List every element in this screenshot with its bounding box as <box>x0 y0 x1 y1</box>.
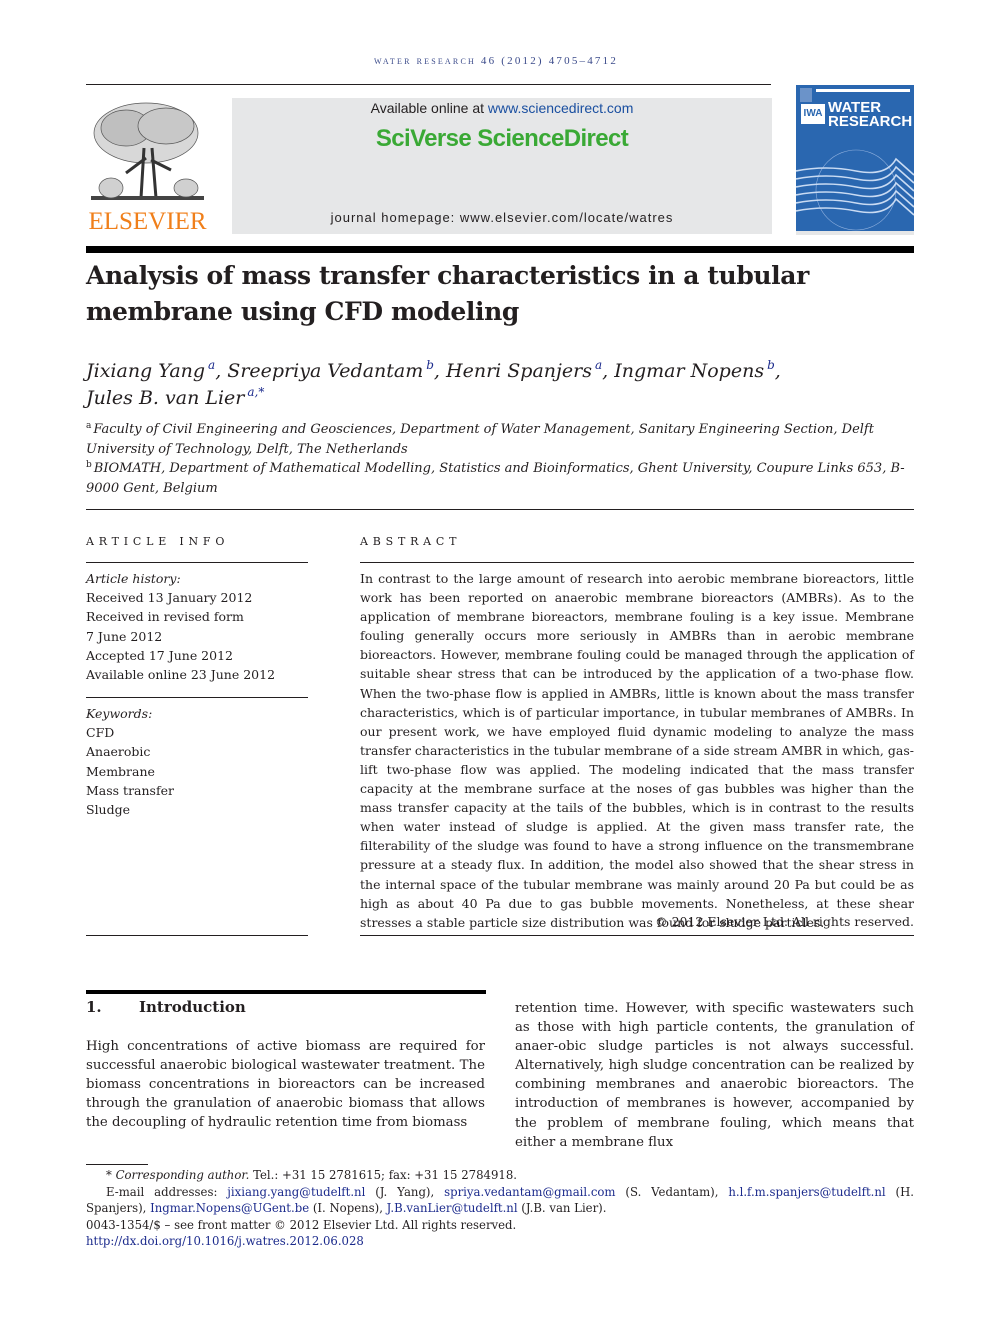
sciverse-brand[interactable]: SciVerse ScienceDirect <box>232 125 772 153</box>
keywords-rule <box>86 697 308 698</box>
author-separator: , <box>602 360 615 382</box>
running-head: WATER RESEARCH 46 (2012) 4705–4712 <box>373 55 619 67</box>
article-history: Article history: Received 13 January 201… <box>86 569 308 684</box>
author[interactable]: Ingmar Nopens b <box>614 358 775 382</box>
author[interactable]: Sreepriya Vedantam b <box>227 358 434 382</box>
keyword: Mass transfer <box>86 782 174 798</box>
header-rule <box>86 84 771 85</box>
affiliations-rule <box>86 509 914 510</box>
author-name: Jixiang Yang <box>86 360 206 382</box>
affiliation: b BIOMATH, Department of Mathematical Mod… <box>86 459 916 498</box>
email-link[interactable]: J.B.vanLier@tudelft.nl <box>387 1201 518 1215</box>
section-title: Introduction <box>139 998 246 1016</box>
history-item: Received 13 January 2012 <box>86 590 253 606</box>
history-item: Received in revised form <box>86 609 244 625</box>
keyword: Membrane <box>86 763 155 779</box>
abstract-label: ABSTRACT <box>360 535 462 548</box>
author-separator: , <box>774 360 781 382</box>
email-owner: (J. Yang), <box>365 1184 445 1199</box>
article-info-rule <box>86 562 308 563</box>
email-owner: (J.B. van Lier). <box>517 1201 607 1215</box>
title-rule <box>86 246 914 253</box>
email-owner: (I. Nopens), <box>309 1201 387 1215</box>
history-item: Accepted 17 June 2012 <box>86 647 233 663</box>
author-separator: , <box>215 360 228 382</box>
author-name: Ingmar Nopens <box>614 360 765 382</box>
cover-title-line2: RESEARCH <box>828 113 913 130</box>
keyword: Anaerobic <box>86 744 151 760</box>
keyword: CFD <box>86 725 115 741</box>
email-link[interactable]: h.l.f.m.spanjers@tudelft.nl <box>728 1185 885 1199</box>
email-addresses: E-mail addresses: jixiang.yang@tudelft.n… <box>86 1184 914 1217</box>
footnote-rule <box>86 1164 148 1165</box>
keywords-label: Keywords: <box>86 706 153 721</box>
iwa-badge: IWA <box>801 104 825 124</box>
elsevier-wordmark: ELSEVIER <box>88 208 207 235</box>
email-link[interactable]: Ingmar.Nopens@UGent.be <box>150 1201 309 1215</box>
doi-link[interactable]: http://dx.doi.org/10.1016/j.watres.2012.… <box>86 1234 364 1248</box>
sciencedirect-banner: Available online at www.sciencedirect.co… <box>232 98 772 234</box>
author-affiliation-mark[interactable]: a,* <box>247 385 264 399</box>
journal-cover[interactable]: IWA WATER RESEARCH <box>796 85 914 235</box>
article-info-label: ARTICLE INFO <box>86 535 230 548</box>
abstract-copyright: © 2012 Elsevier Ltd. All rights reserved… <box>655 914 914 929</box>
email-link[interactable]: spriya.vedantam@gmail.com <box>444 1185 615 1199</box>
introduction-right-column: retention time. However, with specific w… <box>515 1001 914 1150</box>
author[interactable]: Henri Spanjers a <box>446 359 602 382</box>
author[interactable]: Jules B. van Lier a,* <box>86 385 264 409</box>
history-item: Available online 23 June 2012 <box>86 667 276 683</box>
issn-line: 0043-1354/$ – see front matter © 2012 El… <box>86 1217 517 1232</box>
email-label: E-mail addresses: <box>106 1184 228 1199</box>
author-affiliation-mark[interactable]: b <box>426 358 434 372</box>
cover-title: WATER RESEARCH <box>828 100 913 130</box>
author-name: Henri Spanjers <box>446 360 592 382</box>
keyword: Sludge <box>86 802 131 818</box>
author[interactable]: Jixiang Yang a <box>86 359 215 382</box>
abstract-end-rule <box>360 935 914 936</box>
sciencedirect-link[interactable]: www.sciencedirect.com <box>488 100 634 116</box>
section-number: 1. <box>86 998 102 1016</box>
footnote-mark: * <box>106 1168 112 1182</box>
email-owner: (S. Vedantam), <box>615 1184 729 1199</box>
affiliation-mark: b <box>86 460 92 470</box>
article-info-end-rule <box>86 935 308 936</box>
history-label: Article history: <box>86 571 181 586</box>
corresponding-author-note: * Corresponding author. Tel.: +31 15 278… <box>86 1167 914 1184</box>
section-rule <box>86 990 486 994</box>
corresponding-contact: Tel.: +31 15 2781615; fax: +31 15 278491… <box>249 1168 517 1182</box>
corresponding-label: Corresponding author. <box>115 1168 250 1182</box>
history-item: 7 June 2012 <box>86 628 163 644</box>
article-title: Analysis of mass transfer characteristic… <box>86 261 809 326</box>
author-name: Sreepriya Vedantam <box>227 360 424 382</box>
journal-homepage-link[interactable]: journal homepage: www.elsevier.com/locat… <box>232 210 772 225</box>
elsevier-logo[interactable]: ELSEVIER <box>86 98 209 236</box>
affiliation-text: BIOMATH, Department of Mathematical Mode… <box>86 461 905 496</box>
abstract-rule <box>360 562 914 563</box>
author-separator: , <box>433 360 447 382</box>
affiliations: a Faculty of Civil Engineering and Geosci… <box>86 420 916 498</box>
author-affiliation-mark[interactable]: b <box>767 358 775 372</box>
affiliation-text: Faculty of Civil Engineering and Geoscie… <box>86 422 874 457</box>
available-online: Available online at www.sciencedirect.co… <box>232 100 772 116</box>
email-link[interactable]: jixiang.yang@tudelft.nl <box>227 1185 365 1199</box>
introduction-left-column: High concentrations of active biomass ar… <box>86 1039 485 1131</box>
abstract-text: In contrast to the large amount of resea… <box>360 571 914 930</box>
author-name: Jules B. van Lier <box>86 387 245 409</box>
available-online-prefix: Available online at <box>370 100 488 116</box>
elsevier-tree-icon <box>86 98 209 206</box>
footnotes: * Corresponding author. Tel.: +31 15 278… <box>86 1167 914 1250</box>
section-heading-introduction: 1. Introduction <box>86 996 246 1018</box>
keywords: Keywords: CFD Anaerobic Membrane Mass tr… <box>86 704 308 819</box>
author-list: Jixiang Yang a, Sreepriya Vedantam b, Henr… <box>86 358 906 412</box>
affiliation-mark: a <box>86 421 92 431</box>
affiliation: a Faculty of Civil Engineering and Geosci… <box>86 420 916 459</box>
